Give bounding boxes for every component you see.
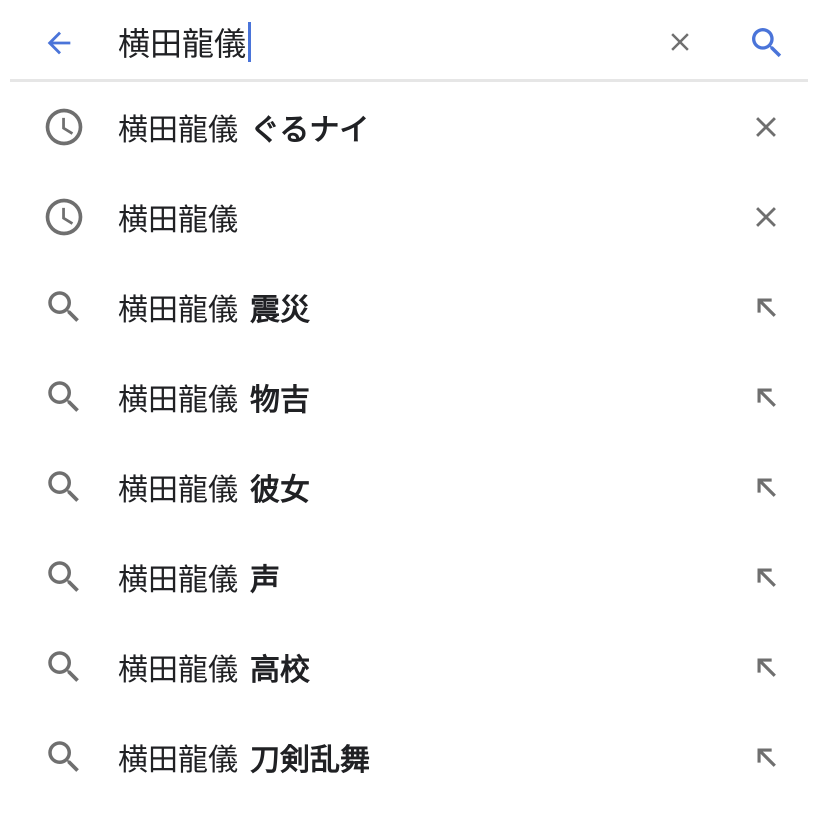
search-icon — [42, 735, 86, 779]
suggestion-prefix: 横田龍儀 — [118, 113, 238, 148]
suggestion-text: 横田龍儀 物吉 — [118, 375, 310, 419]
suggestion-prefix: 横田龍儀 — [118, 653, 238, 688]
suggestion-suffix: 高校 — [250, 653, 310, 688]
fill-query-arrow-icon[interactable] — [744, 645, 788, 689]
suggestion-suffix: 震災 — [250, 293, 310, 328]
fill-query-arrow-icon[interactable] — [744, 465, 788, 509]
search-icon — [42, 555, 86, 599]
search-icon — [752, 28, 782, 58]
suggestion-prefix: 横田龍儀 — [118, 383, 238, 418]
fill-query-arrow-icon[interactable] — [744, 735, 788, 779]
suggestion-text: 横田龍儀 彼女 — [118, 465, 310, 509]
suggestion-text: 横田龍儀 — [118, 195, 250, 239]
remove-icon[interactable] — [744, 195, 788, 239]
history-clock-icon — [42, 105, 86, 149]
suggestion-text: 横田龍儀声 — [118, 555, 280, 599]
fill-query-arrow-icon[interactable] — [744, 555, 788, 599]
fill-query-arrow-icon[interactable] — [744, 285, 788, 329]
history-clock-icon — [42, 195, 86, 239]
suggestion-suffix: 彼女 — [250, 473, 310, 508]
suggestion-text: 横田龍儀 震災 — [118, 285, 310, 329]
search-button[interactable] — [744, 20, 790, 66]
text-caret — [248, 22, 252, 62]
suggestion-row[interactable]: 横田龍儀 彼女 — [0, 442, 828, 532]
search-icon — [42, 465, 86, 509]
suggestion-list: 横田龍儀 ぐるナイ 横田龍儀 横田龍儀 震災 横田龍儀 物吉 横田龍儀 彼女 横田龍儀声横田龍儀高… — [0, 82, 828, 802]
suggestion-row[interactable]: 横田龍儀 物吉 — [0, 352, 828, 442]
suggestion-text: 横田龍儀 ぐるナイ — [118, 105, 369, 149]
suggestion-prefix: 横田龍儀 — [118, 473, 238, 508]
suggestion-prefix: 横田龍儀 — [118, 563, 238, 598]
remove-icon[interactable] — [744, 105, 788, 149]
search-icon — [42, 645, 86, 689]
suggestion-suffix: 声 — [250, 563, 280, 598]
suggestion-suffix: 刀剣乱舞 — [250, 743, 370, 778]
search-icon — [42, 375, 86, 419]
suggestion-text: 横田龍儀 高校 — [118, 645, 310, 689]
close-icon — [671, 33, 689, 51]
suggestion-suffix: ぐるナイ — [250, 113, 370, 148]
suggestion-row[interactable]: 横田龍儀声 — [0, 532, 828, 622]
suggestion-row[interactable]: 横田龍儀 高校 — [0, 622, 828, 712]
back-button[interactable] — [36, 20, 82, 66]
suggestion-row[interactable]: 横田龍儀 — [0, 172, 828, 262]
search-header: 横田龍儀 — [0, 0, 828, 80]
suggestion-prefix: 横田龍儀 — [118, 203, 238, 238]
search-input[interactable]: 横田龍儀 — [118, 18, 252, 66]
suggestion-row[interactable]: 横田龍儀 震災 — [0, 262, 828, 352]
clear-button[interactable] — [660, 22, 700, 62]
suggestion-prefix: 横田龍儀 — [118, 743, 238, 778]
suggestion-row[interactable]: 横田龍儀 刀剣乱舞 — [0, 712, 828, 802]
suggestion-text: 横田龍儀 刀剣乱舞 — [118, 735, 370, 779]
suggestion-prefix: 横田龍儀 — [118, 293, 238, 328]
search-query-text: 横田龍儀 — [118, 25, 247, 63]
suggestion-suffix: 物吉 — [250, 383, 310, 418]
fill-query-arrow-icon[interactable] — [744, 375, 788, 419]
arrow-left-icon — [47, 31, 71, 55]
suggestion-row[interactable]: 横田龍儀 ぐるナイ — [0, 82, 828, 172]
search-icon — [42, 285, 86, 329]
